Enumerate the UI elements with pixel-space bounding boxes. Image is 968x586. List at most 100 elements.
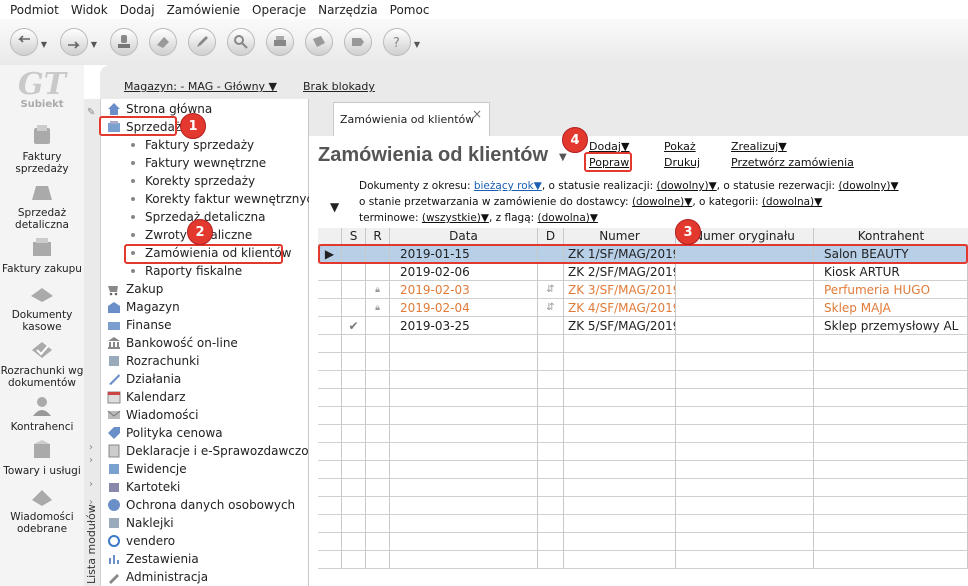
tools-button[interactable]: [227, 28, 255, 56]
empty-cell: [390, 443, 538, 461]
module-faktury-zakupu[interactable]: Faktury zakupu: [0, 235, 84, 275]
forward-doc-button[interactable]: [344, 28, 372, 56]
tree-item-zakup[interactable]: Zakup: [107, 280, 163, 298]
pin-icon[interactable]: ✎: [87, 107, 95, 118]
module-label: Faktury sprzedaży: [15, 151, 69, 175]
filter-okres-label: Dokumenty z okresu:: [359, 180, 471, 192]
lock-status-link[interactable]: Brak blokady: [303, 80, 375, 93]
chevron-right-icon[interactable]: ›: [89, 442, 93, 453]
help-button[interactable]: ? ▼: [383, 28, 420, 56]
table-row[interactable]: 2019-02-06 ZK 2/SF/MAG/2019 Kiosk ARTUR: [318, 263, 968, 281]
empty-cell: [814, 335, 968, 353]
empty-cell: [366, 479, 390, 497]
module-kontrahenci[interactable]: Kontrahenci: [0, 393, 84, 433]
tree-item-rozrachunki[interactable]: Rozrachunki: [107, 352, 199, 370]
tree-item-administracja[interactable]: Administracja: [107, 568, 208, 586]
empty-cell: [676, 371, 814, 389]
tree-sub-raporty-fiskalne[interactable]: Raporty fiskalne: [131, 262, 242, 280]
filter-przetwarzania-select[interactable]: (dowolne)▼: [632, 196, 692, 208]
grid-header-r[interactable]: R: [366, 228, 390, 245]
menu-dodaj[interactable]: Dodaj: [114, 3, 161, 17]
filter-okres-select[interactable]: bieżący rok▼: [474, 180, 542, 192]
tree-item-ewidencje[interactable]: Ewidencje: [107, 460, 187, 478]
przetworz-button[interactable]: Przetwórz zamówienia: [731, 156, 854, 169]
filter-realizacji-select[interactable]: (dowolny)▼: [657, 180, 717, 192]
module-dokumenty-kasowe[interactable]: Dokumenty kasowe: [0, 281, 84, 333]
empty-table-row: [318, 407, 968, 425]
module-list-side-tab[interactable]: ✎ › › › › Lista modułów: [84, 99, 101, 586]
empty-cell: [564, 353, 676, 371]
eraser-button[interactable]: [149, 28, 177, 56]
warehouse-label: Magazyn: - MAG - Główny: [124, 80, 266, 93]
tree-item-dzialania[interactable]: Działania: [107, 370, 181, 388]
tree-item-wiadomosci[interactable]: Wiadomości: [107, 406, 198, 424]
module-rozrachunki[interactable]: Rozrachunki wg dokumentów: [0, 337, 84, 389]
tree-item-naklejki[interactable]: Naklejki: [107, 514, 174, 532]
empty-cell: [342, 479, 366, 497]
grid-header-numer[interactable]: Numer: [564, 228, 676, 245]
menu-narzedzia[interactable]: Narzędzia: [312, 3, 384, 17]
chevron-right-icon[interactable]: ›: [89, 479, 93, 490]
edit-button[interactable]: [188, 28, 216, 56]
menu-podmiot[interactable]: Podmiot: [4, 3, 65, 17]
tree-item-finanse[interactable]: Finanse: [107, 316, 172, 334]
tree-item-vendero[interactable]: vendero: [107, 532, 175, 550]
empty-cell: [564, 443, 676, 461]
tree-item-ochrona-danych[interactable]: Ochrona danych osobowych: [107, 496, 295, 514]
messages-tree-icon: [107, 408, 121, 422]
tree-item-kartoteki[interactable]: Kartoteki: [107, 478, 180, 496]
tree-item-zestawienia[interactable]: Zestawienia: [107, 550, 199, 568]
close-icon[interactable]: ×: [472, 107, 482, 121]
module-wiadomosci[interactable]: Wiadomości odebrane: [0, 483, 84, 535]
filter-kategorii-select[interactable]: (dowolna)▼: [762, 196, 822, 208]
empty-cell: [318, 497, 342, 515]
empty-cell: [342, 335, 366, 353]
document-button[interactable]: [305, 28, 333, 56]
filter-flaga-select[interactable]: (dowolna)▼: [538, 212, 598, 224]
menu-pomoc[interactable]: Pomoc: [384, 3, 436, 17]
module-towary[interactable]: Towary i usługi: [0, 437, 84, 477]
grid-header-kontrahent[interactable]: Kontrahent: [814, 228, 968, 245]
tree-sub-faktury-wewnetrzne[interactable]: Faktury wewnętrzne: [131, 154, 266, 172]
drukuj-button[interactable]: Drukuj: [664, 156, 700, 169]
module-faktury-sprzedazy[interactable]: Faktury sprzedaży: [0, 123, 84, 175]
empty-cell: [564, 497, 676, 515]
empty-cell: [342, 497, 366, 515]
printer-icon: [274, 36, 286, 46]
tree-item-bankowosc[interactable]: Bankowość on-line: [107, 334, 238, 352]
empty-cell: [814, 353, 968, 371]
tree-sub-korekty-faktur[interactable]: Korekty faktur wewnętrznych: [131, 190, 321, 208]
grid-header-data[interactable]: Data: [390, 228, 538, 245]
module-sprzedaz-detaliczna[interactable]: Sprzedaż detaliczna: [0, 179, 84, 231]
empty-table-row: [318, 443, 968, 461]
forward-button[interactable]: ▼: [60, 28, 97, 56]
module-label: Towary i usługi: [3, 465, 81, 477]
zrealizuj-button[interactable]: Zrealizuj▼: [731, 140, 787, 153]
table-row[interactable]: 🔒︎ 2019-02-03 ⇵ ZK 3/SF/MAG/2019 Perfume…: [318, 281, 968, 299]
tree-item-kalendarz[interactable]: Kalendarz: [107, 388, 186, 406]
filter-rezerwacji-select[interactable]: (dowolny)▼: [838, 180, 898, 192]
table-row[interactable]: ✔ 2019-03-25 ZK 5/SF/MAG/2019 Sklep prze…: [318, 317, 968, 335]
table-row[interactable]: 🔒︎ 2019-02-04 ⇵ ZK 4/SF/MAG/2019 Sklep M…: [318, 299, 968, 317]
tree-sub-korekty-sprzedazy[interactable]: Korekty sprzedaży: [131, 172, 255, 190]
tab-zamowienia-od-klientow[interactable]: Zamówienia od klientów ×: [333, 102, 490, 136]
grid-header-d[interactable]: D: [538, 228, 564, 245]
print-button[interactable]: [266, 28, 294, 56]
pokaz-button[interactable]: Pokaż: [664, 140, 696, 153]
grid-header-s[interactable]: S: [342, 228, 366, 245]
collapse-filters-icon[interactable]: ▼: [330, 200, 339, 214]
tree-item-magazyn[interactable]: Magazyn: [107, 298, 180, 316]
menu-operacje[interactable]: Operacje: [246, 3, 312, 17]
back-button[interactable]: ▼: [10, 28, 47, 56]
warehouse-selector[interactable]: Magazyn: - MAG - Główny ▼: [124, 80, 277, 93]
menu-widok[interactable]: Widok: [65, 3, 114, 17]
cell-r: [366, 263, 390, 281]
stamp-button[interactable]: [110, 28, 138, 56]
tree-item-deklaracje[interactable]: Deklaracje i e-Sprawozdawczość: [107, 442, 321, 460]
chevron-down-icon[interactable]: ▼: [559, 152, 567, 163]
tree-item-polityka-cenowa[interactable]: Polityka cenowa: [107, 424, 223, 442]
filter-terminowe-select[interactable]: (wszystkie)▼: [422, 212, 489, 224]
menu-zamowienie[interactable]: Zamówienie: [161, 3, 246, 17]
subiekt-logo: GT Subiekt: [0, 70, 84, 111]
chevron-right-icon[interactable]: ›: [89, 455, 93, 466]
